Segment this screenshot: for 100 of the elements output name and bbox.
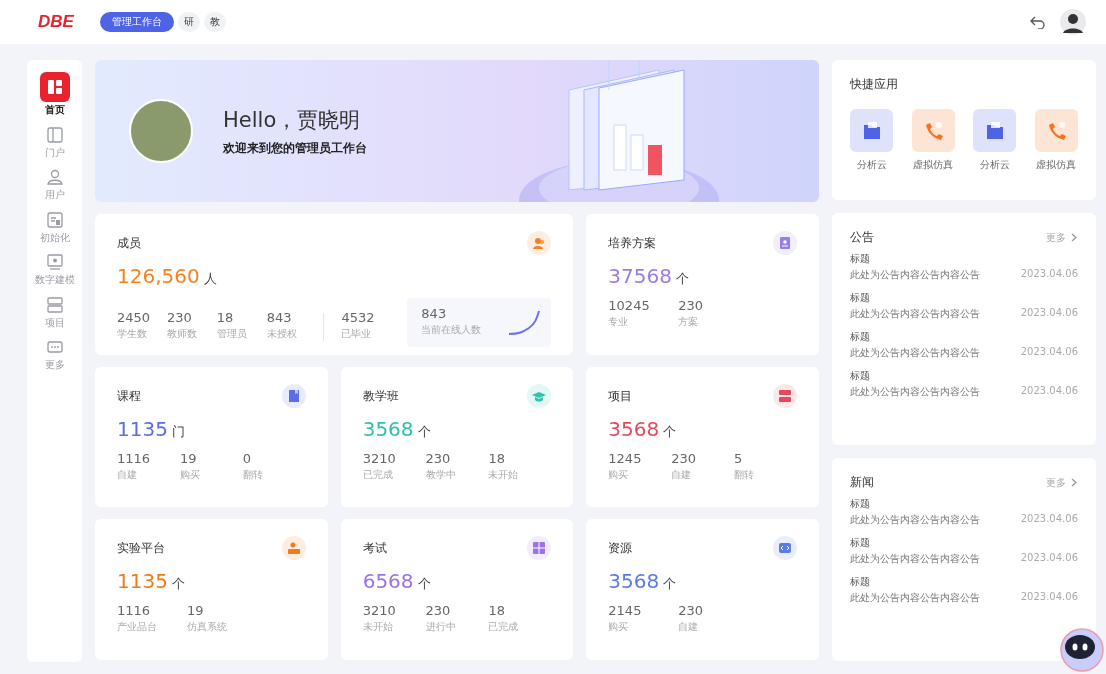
menu-item-icon	[44, 252, 65, 272]
stat-label: 教学中	[425, 468, 457, 482]
stat-label: 未开始	[362, 620, 394, 634]
more-link[interactable]: 更多	[1046, 475, 1078, 490]
sidebar-item[interactable]: 更多	[31, 337, 78, 372]
stat-label: 翻转	[242, 468, 264, 482]
stat-value: 3210	[362, 451, 397, 466]
nav-tab[interactable]: 管理工作台	[99, 12, 174, 32]
panel-title: 公告	[850, 229, 874, 246]
card-title: 资源	[608, 539, 633, 557]
stat-label: 专业	[608, 315, 630, 329]
total-value: 1135	[117, 417, 168, 441]
total-value: 3568	[362, 417, 414, 441]
sidebar-item[interactable]: 用户	[31, 167, 78, 202]
stat-label: 已完成	[362, 468, 394, 482]
quick-app[interactable]: 分析云	[973, 109, 1017, 172]
item-summary: 此处为公告内容公告内容公告	[850, 513, 980, 527]
quick-app[interactable]: 分析云	[850, 109, 893, 172]
item-date: 2023.04.06	[1020, 552, 1078, 565]
stat-value: 19	[187, 603, 205, 618]
stat-label: 未开始	[488, 468, 520, 482]
unit-label: 个	[417, 423, 431, 441]
stat-value: 5	[734, 451, 744, 466]
item-summary: 此处为公告内容公告内容公告	[850, 552, 980, 566]
sparkline-drawing	[507, 309, 542, 337]
item-summary: 此处为公告内容公告内容公告	[850, 346, 980, 360]
menu-item-icon	[44, 294, 65, 315]
stat-label: 已完成	[488, 620, 520, 634]
stat-label: 未授权	[266, 327, 298, 341]
item-title: 标题	[850, 330, 871, 344]
stat-value: 843	[421, 306, 448, 321]
card-title: 培养方案	[608, 234, 657, 252]
item-date: 2023.04.06	[1020, 385, 1078, 398]
menu-item-icon	[44, 124, 65, 145]
stat-label: 购买	[608, 468, 630, 482]
sidebar-item[interactable]: 门户	[31, 124, 78, 159]
nav-tab[interactable]: 教	[203, 12, 226, 32]
stat-label: 购买	[179, 468, 201, 482]
menu-item-icon	[39, 72, 70, 102]
stat-value: 18	[216, 310, 235, 325]
quick-app[interactable]: 虚拟仿真	[911, 109, 955, 172]
sidebar-item[interactable]: 项目	[31, 294, 78, 329]
robot-assistant-icon[interactable]	[1060, 628, 1104, 672]
stat-value: 230	[678, 298, 705, 313]
item-date: 2023.04.06	[1020, 268, 1078, 281]
item-title: 标题	[850, 291, 871, 305]
chevron-icon	[1070, 233, 1078, 242]
stat-label: 自建	[117, 468, 138, 482]
sidebar-item[interactable]: 数字建模	[31, 252, 78, 287]
unit-label: 门	[171, 423, 185, 441]
item-date: 2023.04.06	[1020, 346, 1078, 359]
stat-label: 购买	[608, 620, 630, 634]
total-value: 3568	[608, 417, 660, 441]
stat-value: 230	[425, 451, 452, 466]
unit-label: 人	[203, 270, 217, 288]
stat-value: 843	[266, 310, 293, 325]
stat-label: 仿真系统	[187, 620, 228, 634]
stat-label: 自建	[678, 620, 700, 634]
nav-tab[interactable]: 研	[177, 12, 200, 32]
card-title: 项目	[608, 387, 633, 405]
item-title: 标题	[850, 536, 871, 550]
total-value: 37568	[608, 264, 672, 288]
menu-item-icon	[44, 167, 65, 187]
card-title: 实验平台	[117, 539, 165, 557]
back-icon[interactable]	[1030, 15, 1046, 29]
stat-value: 230	[166, 310, 193, 325]
chevron-icon	[1070, 478, 1078, 487]
welcome-subtitle: 欢迎来到您的管理员工作台	[223, 139, 367, 157]
user-avatar[interactable]	[1060, 9, 1086, 35]
sidebar-item[interactable]: 初始化	[31, 209, 78, 244]
total-value: 1135	[117, 569, 168, 593]
panel-title: 新闻	[850, 474, 874, 491]
sidebar-item[interactable]: 首页	[31, 72, 78, 117]
stat-value: 1245	[608, 451, 643, 466]
item-date: 2023.04.06	[1020, 513, 1078, 526]
unit-label: 个	[417, 575, 431, 593]
more-link[interactable]: 更多	[1046, 230, 1078, 245]
stat-value: 230	[425, 603, 452, 618]
stat-label: 方案	[678, 315, 700, 329]
unit-label: 个	[171, 575, 185, 593]
card-title: 考试	[362, 539, 387, 557]
stat-label: 产业品台	[117, 620, 158, 634]
stat-label: 已毕业	[341, 327, 373, 341]
stat-value: 19	[179, 451, 198, 466]
stat-value: 0	[242, 451, 253, 466]
item-summary: 此处为公告内容公告内容公告	[850, 385, 980, 399]
item-title: 标题	[850, 252, 871, 266]
stat-label: 学生数	[117, 327, 148, 341]
panel-title: 快捷应用	[850, 76, 899, 93]
stat-value: 1116	[117, 451, 152, 466]
stat-value: 3210	[362, 603, 397, 618]
stat-value: 1116	[117, 603, 152, 618]
stat-value: 2145	[608, 603, 643, 618]
item-summary: 此处为公告内容公告内容公告	[850, 268, 980, 282]
greeting-text: Hello，贾晓明	[223, 106, 362, 134]
stat-value: 18	[488, 451, 506, 466]
quick-app[interactable]: 虚拟仿真	[1034, 109, 1078, 172]
stat-value: 230	[671, 451, 698, 466]
item-title: 标题	[850, 369, 871, 383]
stat-label: 自建	[671, 468, 693, 482]
